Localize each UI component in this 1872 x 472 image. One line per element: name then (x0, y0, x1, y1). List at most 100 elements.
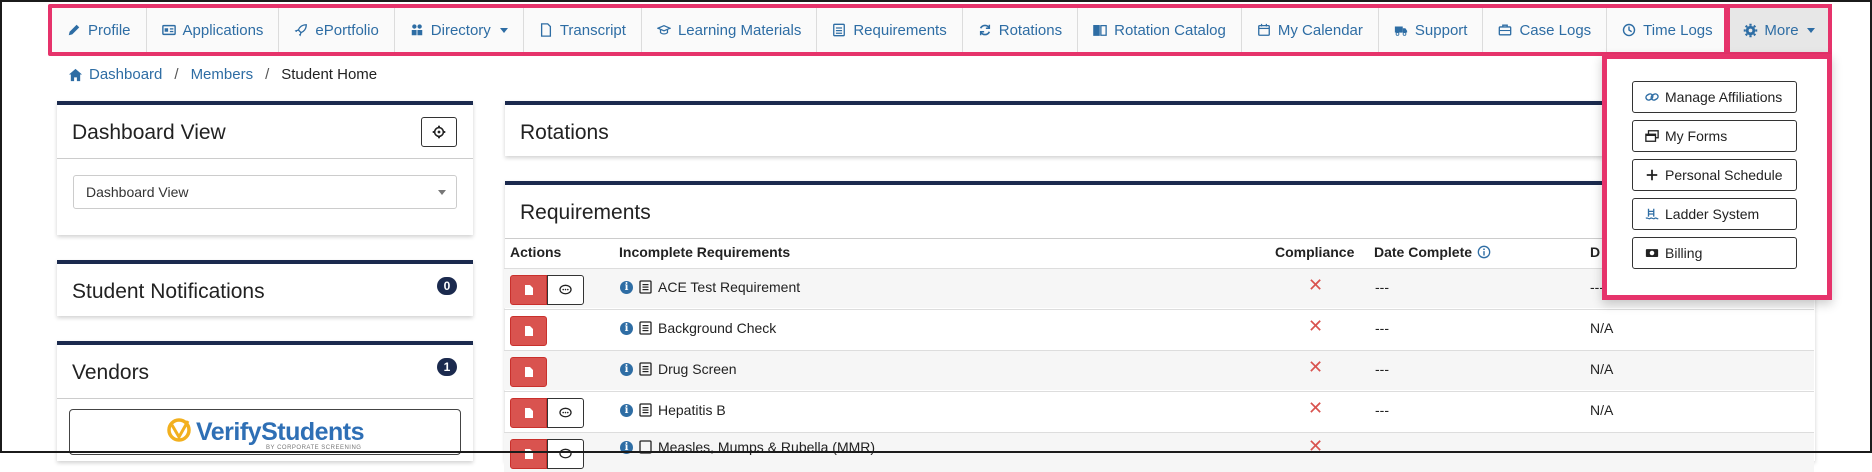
col-incomplete-requirements[interactable]: Incomplete Requirements (619, 244, 790, 260)
chevron-down-icon (438, 190, 446, 195)
upload-document-button[interactable] (510, 316, 547, 346)
breadcrumb-members[interactable]: Members (191, 66, 254, 83)
table-row: i Measles, Mumps & Rubella (MMR) ✕ (504, 432, 1814, 472)
info-icon[interactable]: i (620, 362, 633, 376)
date-complete-cell: --- (1375, 320, 1389, 336)
truck-icon (1394, 26, 1408, 36)
not-compliant-icon: ✕ (1308, 357, 1324, 377)
id-card-icon (161, 24, 176, 36)
file-icon (524, 326, 533, 336)
list-icon (639, 440, 652, 454)
nav-eportfolio[interactable]: ePortfolio (279, 8, 395, 52)
file-icon (524, 285, 533, 295)
menu-item-personal-schedule[interactable]: Personal Schedule (1632, 159, 1797, 191)
windows-icon (1645, 130, 1659, 142)
briefcase-icon (1499, 24, 1512, 36)
comment-button[interactable] (547, 398, 584, 428)
col-compliance[interactable]: Compliance (1275, 244, 1354, 260)
upload-document-button[interactable] (510, 398, 547, 428)
panel-title: Requirements (520, 201, 651, 224)
upload-document-button[interactable] (510, 439, 547, 469)
file-icon (524, 367, 533, 377)
notifications-count-badge: 0 (437, 277, 457, 295)
next-cell: N/A (1590, 402, 1614, 418)
info-icon[interactable]: i (620, 403, 633, 417)
table-row: i Hepatitis B ✕ --- N/A (504, 391, 1814, 431)
refresh-icon (979, 24, 990, 36)
requirement-name-cell: i Hepatitis B (620, 402, 726, 418)
book-icon (1093, 24, 1107, 36)
table-row: i Background Check ✕ --- N/A (504, 309, 1814, 349)
rocket-icon (295, 24, 308, 37)
nav-support[interactable]: Support (1379, 8, 1484, 52)
panel-title: Dashboard View (72, 121, 226, 144)
next-cell: N/A (1590, 320, 1614, 336)
file-icon (524, 408, 533, 418)
home-icon (68, 68, 83, 81)
nav-time-logs[interactable]: Time Logs (1607, 8, 1729, 52)
list-icon (639, 362, 652, 376)
dashboard-view-panel: Dashboard View Dashboard View (57, 101, 473, 235)
calendar-icon (1257, 23, 1270, 36)
date-complete-cell: --- (1375, 361, 1389, 377)
nav-my-calendar[interactable]: My Calendar (1242, 8, 1379, 52)
date-complete-cell: --- (1375, 402, 1389, 418)
requirement-name-cell: i ACE Test Requirement (620, 279, 800, 295)
menu-item-my-forms[interactable]: My Forms (1632, 120, 1797, 152)
nav-case-logs[interactable]: Case Logs (1483, 8, 1608, 52)
nav-directory[interactable]: Directory (395, 8, 524, 52)
info-icon[interactable]: i (620, 440, 633, 454)
panel-title: Vendors (72, 361, 150, 384)
users-icon (411, 24, 423, 36)
graduation-cap-icon (656, 24, 671, 35)
upload-document-button[interactable] (510, 275, 547, 305)
list-icon (833, 23, 846, 37)
verifystudents-mark-icon (167, 418, 191, 442)
nav-applications[interactable]: Applications (147, 8, 280, 52)
menu-item-billing[interactable]: Billing (1632, 237, 1797, 269)
breadcrumb: Dashboard / Members / Student Home (68, 66, 377, 83)
file-icon (524, 449, 533, 459)
nav-rotation-catalog[interactable]: Rotation Catalog (1078, 8, 1242, 52)
nav-items: Profile Applications ePortfolio Director… (52, 8, 1729, 52)
verifystudents-logo[interactable]: VerifyStudents BY CORPORATE SCREENING (69, 409, 461, 455)
menu-item-manage-affiliations[interactable]: Manage Affiliations (1632, 81, 1797, 113)
dashboard-settings-button[interactable] (421, 117, 457, 147)
info-icon[interactable]: i (620, 280, 633, 294)
not-compliant-icon: ✕ (1308, 275, 1324, 295)
col-date-complete[interactable]: Date Complete (1374, 244, 1491, 260)
vendors-panel: Vendors 1 VerifyStudents BY CORPORATE SC… (57, 341, 473, 461)
comment-button[interactable] (547, 275, 584, 305)
list-icon (639, 403, 652, 417)
plus-icon (1646, 169, 1658, 181)
breadcrumb-current: Student Home (281, 66, 378, 83)
nav-transcript[interactable]: Transcript (524, 8, 642, 52)
dashboard-view-select[interactable]: Dashboard View (73, 175, 457, 209)
nav-profile[interactable]: Profile (52, 8, 147, 52)
col-next[interactable]: D (1590, 244, 1600, 260)
swimming-pool-icon (1645, 208, 1659, 220)
panel-divider (57, 398, 473, 399)
info-circle-icon[interactable] (1477, 245, 1491, 259)
info-icon[interactable]: i (620, 321, 633, 335)
more-menu-button[interactable]: More (1726, 4, 1832, 56)
file-icon (540, 23, 551, 37)
next-cell: N/A (1590, 361, 1614, 377)
money-bill-icon (1645, 249, 1659, 257)
comment-button[interactable] (547, 439, 584, 469)
breadcrumb-separator: / (174, 66, 179, 83)
requirement-name-cell: i Drug Screen (620, 361, 737, 377)
not-compliant-icon: ✕ (1308, 316, 1324, 336)
gear-icon (432, 125, 446, 139)
nav-learning-materials[interactable]: Learning Materials (642, 8, 818, 52)
upload-document-button[interactable] (510, 357, 547, 387)
breadcrumb-dashboard[interactable]: Dashboard (68, 66, 162, 83)
nav-rotations[interactable]: Rotations (963, 8, 1079, 52)
chevron-down-icon (499, 27, 508, 33)
student-notifications-panel[interactable]: Student Notifications 0 (57, 260, 473, 316)
vendors-count-badge: 1 (437, 358, 457, 376)
nav-requirements[interactable]: Requirements (817, 8, 963, 52)
menu-item-ladder-system[interactable]: Ladder System (1632, 198, 1797, 230)
panel-title: Rotations (520, 121, 609, 144)
comment-icon (559, 284, 572, 295)
